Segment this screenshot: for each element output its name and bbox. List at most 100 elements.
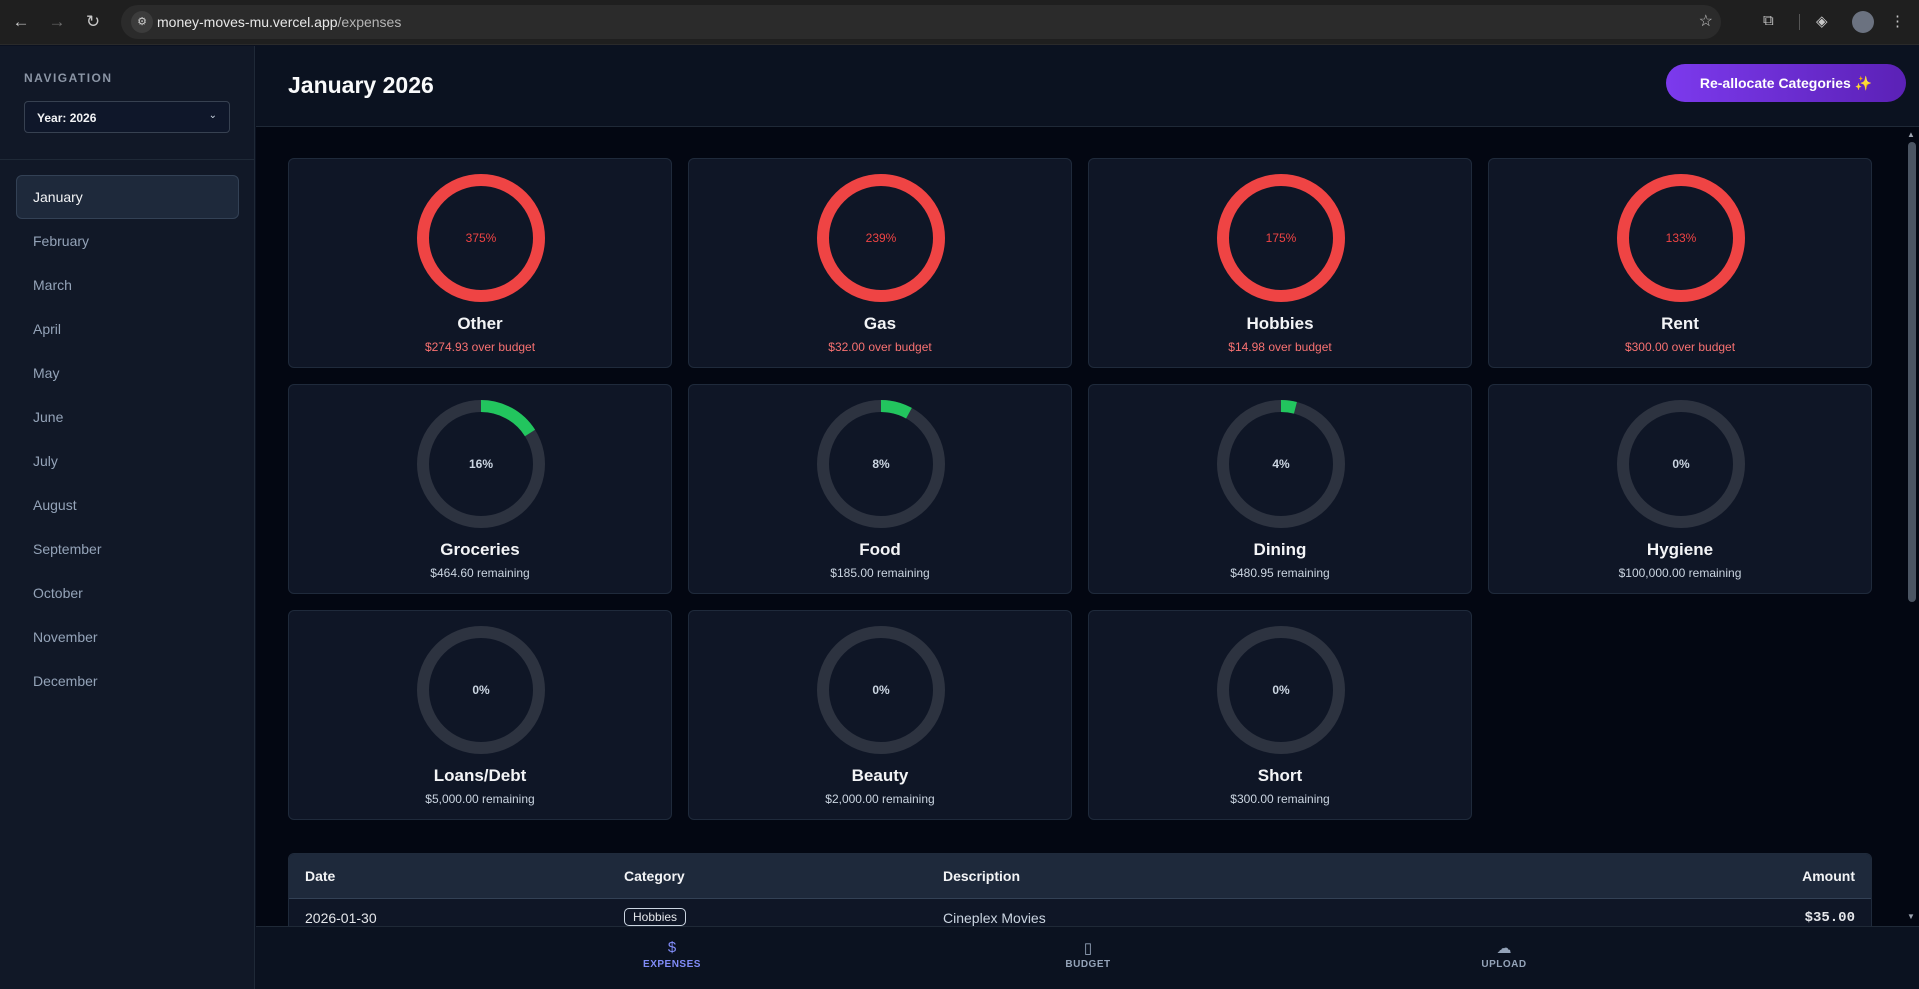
back-arrow-icon[interactable]: ← (10, 11, 32, 33)
year-select-value: Year: 2026 (37, 111, 97, 125)
reallocate-categories-button[interactable]: Re-allocate Categories ✨ (1666, 64, 1906, 102)
category-card[interactable]: 0% Loans/Debt $5,000.00 remaining (288, 610, 672, 820)
progress-percent: 0% (1672, 457, 1690, 471)
progress-ring: 239% (817, 174, 945, 302)
forward-arrow-icon[interactable]: → (46, 11, 68, 33)
progress-ring: 0% (417, 626, 545, 754)
bar-chart-icon: ▯ (1083, 940, 1093, 957)
sidebar-item-july[interactable]: July (16, 439, 239, 483)
extension-icon[interactable]: ◈ (1816, 12, 1828, 30)
progress-percent: 239% (866, 231, 897, 245)
progress-ring: 8% (817, 400, 945, 528)
scrollbar-thumb[interactable] (1908, 142, 1916, 602)
sidebar-item-april[interactable]: April (16, 307, 239, 351)
sidebar-item-may[interactable]: May (16, 351, 239, 395)
progress-ring: 175% (1217, 174, 1345, 302)
sidebar-item-october[interactable]: October (16, 571, 239, 615)
row-date: 2026-01-30 (305, 910, 377, 926)
scroll-up-arrow-icon[interactable]: ▲ (1907, 130, 1915, 139)
expenses-table: Date Category Description Amount 2026-01… (288, 853, 1872, 933)
menu-kebab-icon[interactable]: ⋮ (1890, 12, 1905, 30)
column-header-amount[interactable]: Amount (1802, 868, 1855, 884)
progress-percent: 133% (1666, 231, 1697, 245)
profile-avatar[interactable] (1852, 11, 1874, 33)
column-header-category[interactable]: Category (624, 868, 685, 884)
reload-icon[interactable]: ↻ (82, 11, 104, 33)
progress-percent: 0% (1272, 683, 1290, 697)
category-name: Dining (1253, 540, 1307, 559)
category-name: Beauty (851, 766, 909, 785)
row-amount: $35.00 (1804, 910, 1855, 926)
extensions-icon[interactable]: ⧉ (1763, 12, 1774, 29)
scroll-down-arrow-icon[interactable]: ▼ (1907, 912, 1915, 921)
category-status: $300.00 remaining (1230, 792, 1330, 806)
column-header-description[interactable]: Description (943, 868, 1020, 884)
bottom-nav-budget[interactable]: ▯ BUDGET (1028, 939, 1148, 970)
bookmark-star-icon[interactable]: ☆ (1699, 11, 1713, 31)
category-status: $274.93 over budget (424, 340, 536, 354)
site-settings-icon[interactable]: ⚙ (131, 11, 153, 33)
category-card[interactable]: 8% Food $185.00 remaining (688, 384, 1072, 594)
bottom-nav-label: EXPENSES (643, 959, 701, 970)
progress-ring: 0% (1217, 626, 1345, 754)
progress-percent: 8% (872, 457, 890, 471)
category-status: $480.95 remaining (1230, 566, 1330, 580)
category-card[interactable]: 239% Gas $32.00 over budget (688, 158, 1072, 368)
row-category-badge[interactable]: Hobbies (624, 908, 687, 926)
sidebar-title: NAVIGATION (24, 71, 113, 85)
address-bar[interactable]: ⚙ money-moves-mu.vercel.app/expenses ☆ (121, 5, 1721, 39)
sidebar-item-december[interactable]: December (16, 659, 239, 703)
url-text[interactable]: money-moves-mu.vercel.app/expenses (157, 14, 401, 30)
progress-ring: 0% (817, 626, 945, 754)
category-status: $14.98 over budget (1228, 340, 1332, 354)
page-title: January 2026 (288, 72, 434, 98)
year-select[interactable]: Year: 2026 ⌄ (24, 101, 230, 133)
bottom-nav-upload[interactable]: ☁ UPLOAD (1444, 939, 1564, 970)
category-name: Other (457, 314, 503, 333)
category-status: $185.00 remaining (830, 566, 930, 580)
bottom-nav: $ EXPENSES ▯ BUDGET ☁ UPLOAD (256, 926, 1919, 989)
category-card[interactable]: 375% Other $274.93 over budget (288, 158, 672, 368)
sidebar-item-march[interactable]: March (16, 263, 239, 307)
browser-toolbar: ← → ↻ ⚙ money-moves-mu.vercel.app/expens… (0, 0, 1919, 45)
category-card[interactable]: 0% Short $300.00 remaining (1088, 610, 1472, 820)
toolbar-divider (1799, 14, 1800, 30)
bottom-nav-label: BUDGET (1065, 959, 1111, 970)
category-name: Loans/Debt (433, 766, 527, 785)
progress-percent: 4% (1272, 457, 1290, 471)
main-content: January 2026 Re-allocate Categories ✨ 37… (256, 46, 1919, 989)
progress-percent: 0% (472, 683, 490, 697)
category-status: $300.00 over budget (1624, 340, 1736, 354)
sidebar-item-june[interactable]: June (16, 395, 239, 439)
category-card[interactable]: 16% Groceries $464.60 remaining (288, 384, 672, 594)
dollar-icon: $ (667, 939, 677, 956)
category-card[interactable]: 133% Rent $300.00 over budget (1488, 158, 1872, 368)
category-card[interactable]: 4% Dining $480.95 remaining (1088, 384, 1472, 594)
month-list: January February March April May June July Augu… (16, 175, 239, 703)
progress-percent: 375% (466, 231, 497, 245)
progress-ring: 16% (417, 400, 545, 528)
category-card[interactable]: 0% Hygiene $100,000.00 remaining (1488, 384, 1872, 594)
progress-percent: 0% (872, 683, 890, 697)
column-header-date[interactable]: Date (305, 868, 335, 884)
sidebar-item-november[interactable]: November (16, 615, 239, 659)
category-status: $32.00 over budget (828, 340, 932, 354)
table-header: Date Category Description Amount (289, 854, 1871, 899)
progress-ring: 133% (1617, 174, 1745, 302)
category-status: $5,000.00 remaining (425, 792, 535, 806)
cloud-upload-icon: ☁ (1496, 940, 1512, 957)
category-card[interactable]: 175% Hobbies $14.98 over budget (1088, 158, 1472, 368)
sidebar-item-january[interactable]: January (16, 175, 239, 219)
category-name: Gas (863, 314, 897, 333)
progress-ring: 0% (1617, 400, 1745, 528)
category-name: Rent (1661, 314, 1699, 333)
sidebar-item-september[interactable]: September (16, 527, 239, 571)
bottom-nav-label: UPLOAD (1481, 959, 1527, 970)
bottom-nav-expenses[interactable]: $ EXPENSES (612, 939, 732, 970)
category-status: $464.60 remaining (430, 566, 530, 580)
sidebar-item-august[interactable]: August (16, 483, 239, 527)
category-card[interactable]: 0% Beauty $2,000.00 remaining (688, 610, 1072, 820)
category-name: Food (859, 540, 901, 559)
sidebar: NAVIGATION Year: 2026 ⌄ January February M… (0, 46, 255, 989)
sidebar-item-february[interactable]: February (16, 219, 239, 263)
